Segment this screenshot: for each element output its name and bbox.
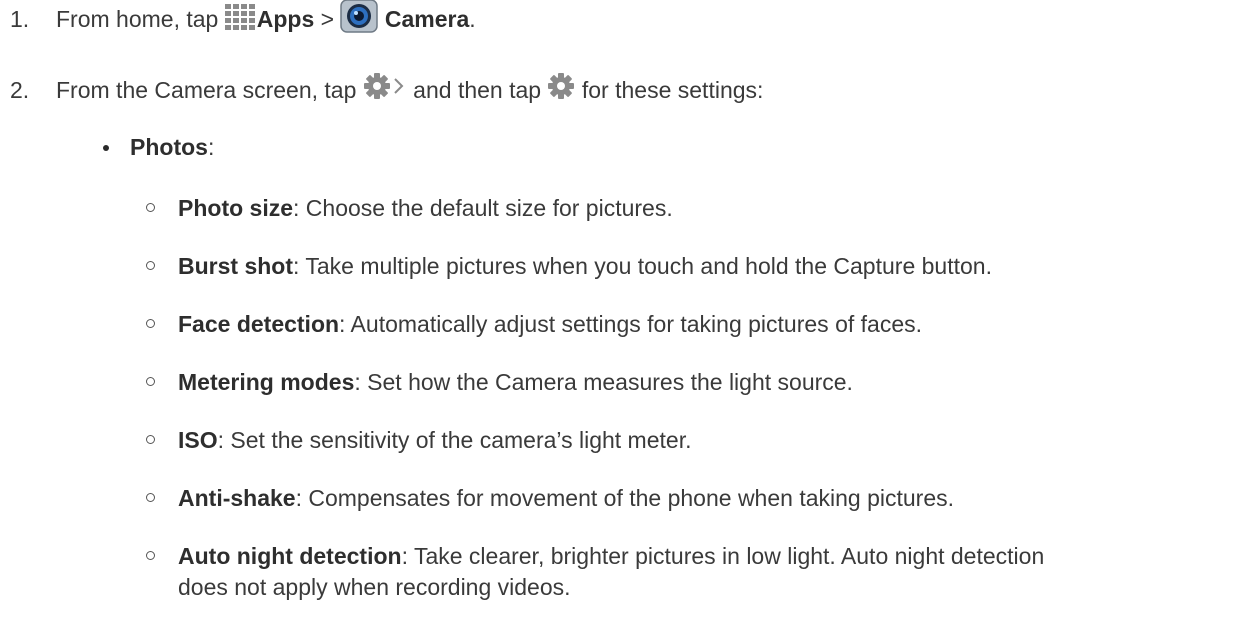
apps-label: Apps (256, 6, 315, 33)
bullet-label: Photos (130, 134, 208, 160)
setting-name: Photo size (178, 195, 294, 221)
step-number: 1. (10, 6, 30, 32)
step-number: 2. (10, 77, 30, 103)
path-separator: > (314, 6, 341, 33)
setting-desc: : Take multiple pictures when you touch … (293, 253, 992, 279)
circle-bullet-icon (146, 203, 155, 212)
setting-desc: : Set the sensitivity of the camera’s li… (217, 427, 692, 453)
setting-desc: : Automatically adjust settings for taki… (339, 311, 922, 337)
step-text-suffix: for these settings: (575, 77, 764, 103)
setting-desc: : Choose the default size for pictures. (293, 195, 673, 221)
circle-bullet-icon (146, 435, 155, 444)
circle-bullet-icon (146, 261, 155, 270)
step-text-middle: and then tap (406, 77, 548, 103)
step-text-prefix: From home, tap (56, 6, 225, 33)
apps-grid-icon (224, 4, 257, 30)
setting-name: Burst shot (178, 253, 293, 279)
setting-desc: : Set how the Camera measures the light … (354, 369, 853, 395)
setting-desc: : Compensates for movement of the phone … (295, 485, 955, 511)
setting-name: Auto night detection (178, 543, 402, 569)
setting-desc-line2: does not apply when recording videos. (178, 574, 571, 600)
setting-name: Metering modes (178, 369, 355, 395)
step-text-prefix: From the Camera screen, tap (56, 77, 363, 103)
camera-app-icon (340, 0, 379, 33)
circle-bullet-icon (146, 319, 155, 328)
setting-name: Face detection (178, 311, 340, 337)
gear-chevron-icon (363, 72, 407, 100)
setting-desc: : Take clearer, brighter pictures in low… (401, 543, 1045, 569)
circle-bullet-icon (146, 493, 155, 502)
camera-label: Camera (384, 6, 470, 33)
setting-name: ISO (178, 427, 218, 453)
instructions-page: 1. From home, tap Apps > Camera. 2. From… (0, 0, 1234, 636)
gear-icon (547, 72, 575, 100)
circle-bullet-icon (146, 377, 155, 386)
setting-name: Anti-shake (178, 485, 296, 511)
bullet-dot (103, 145, 109, 151)
circle-bullet-icon (146, 551, 155, 560)
